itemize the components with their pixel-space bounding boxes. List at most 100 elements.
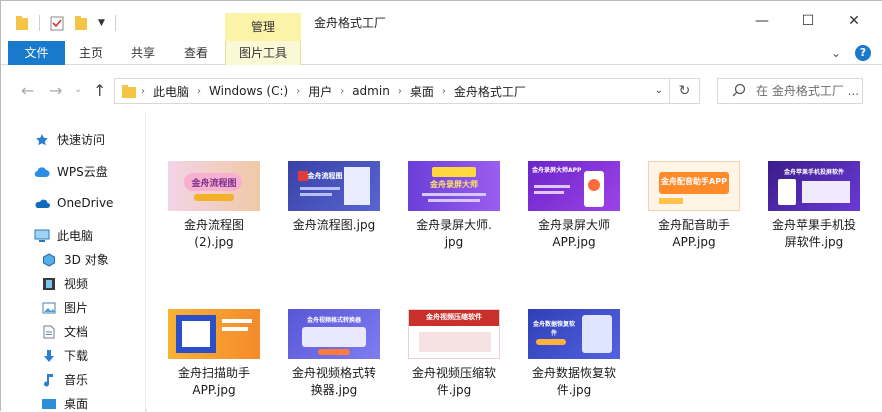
nav-item-label: 视频 [64, 277, 89, 291]
nav-item-onedrive[interactable]: OneDrive [34, 195, 113, 211]
image-thumbnail: 金舟视频压缩软件 [408, 309, 500, 359]
image-thumbnail: 金舟流程图 [288, 161, 380, 211]
nav-item-pictures[interactable]: 图片 [41, 299, 88, 316]
nav-item-documents[interactable]: 文档 [41, 323, 88, 340]
nav-item-music[interactable]: 音乐 [41, 371, 88, 388]
file-list: 金舟流程图 金舟流程图 (2).jpg 金舟流程图 金舟流程图.jpg 金舟录屏… [147, 113, 882, 412]
tab-share[interactable]: 共享 [123, 41, 163, 65]
back-arrow-icon[interactable]: ← [21, 81, 34, 100]
file-name: 金舟流程图.jpg [292, 218, 376, 232]
help-icon[interactable]: ? [855, 45, 871, 61]
file-item[interactable]: 金舟流程图 金舟流程图 (2).jpg [155, 161, 273, 251]
toolbar-separator [39, 15, 40, 31]
breadcrumb-desktop[interactable]: 桌面 [402, 83, 442, 100]
nav-item-videos[interactable]: 视频 [41, 275, 88, 292]
breadcrumb-current-folder[interactable]: 金舟格式工厂 [446, 83, 534, 100]
cloud-icon [34, 164, 50, 180]
nav-item-downloads[interactable]: 下载 [41, 347, 88, 364]
file-name: 金舟配音助手 APP.jpg [657, 218, 730, 249]
thumbnail-text: 金舟录屏大师APP [532, 167, 582, 174]
nav-item-this-pc[interactable]: 此电脑 [34, 227, 93, 244]
window-title: 金舟格式工厂 [314, 16, 387, 30]
file-name: 金舟流程图 (2).jpg [183, 218, 244, 249]
file-name: 金舟苹果手机投 屏软件.jpg [771, 218, 856, 249]
file-item[interactable]: 金舟录屏大师 金舟录屏大师. jpg [395, 161, 513, 251]
star-icon [34, 132, 50, 148]
tab-home[interactable]: 主页 [71, 41, 111, 65]
image-thumbnail: 金舟苹果手机投屏软件 [768, 161, 860, 211]
title-bar: ▼ 管理 金舟格式工厂 — ☐ ✕ [1, 1, 882, 41]
picture-icon [41, 300, 57, 316]
new-folder-icon[interactable] [74, 15, 88, 31]
thumbnail-text: 金舟录屏大师 [430, 180, 478, 189]
nav-item-label: 下载 [64, 349, 89, 363]
address-history-chevron-icon[interactable]: ⌄ [655, 79, 663, 103]
nav-item-quick-access[interactable]: 快速访问 [34, 131, 105, 148]
breadcrumb-users[interactable]: 用户 [300, 83, 340, 100]
customize-toolbar-chevron-icon[interactable]: ▼ [98, 18, 105, 28]
nav-item-label: 图片 [64, 301, 89, 315]
navigation-row: ← → ⌄ ↑ › 此电脑 › Windows (C:) › 用户 › admi… [1, 65, 882, 113]
breadcrumb-this-pc[interactable]: 此电脑 [145, 83, 197, 100]
tab-picture-tools[interactable]: 图片工具 [225, 41, 301, 65]
ribbon-tabs: 文件 主页 共享 查看 图片工具 ⌄ ? [1, 41, 882, 65]
thumbnail-text: 金舟数据恢复软件 [532, 321, 575, 337]
maximize-button[interactable]: ☐ [785, 1, 831, 41]
image-thumbnail: 金舟录屏大师 [408, 161, 500, 211]
file-name: 金舟扫描助手 APP.jpg [177, 366, 250, 397]
breadcrumb-windows-c[interactable]: Windows (C:) [201, 84, 296, 98]
computer-icon [34, 228, 50, 244]
thumbnail-text: 金舟视频压缩软件 [426, 313, 482, 321]
file-name: 金舟录屏大师. jpg [416, 218, 492, 249]
tab-file[interactable]: 文件 [8, 41, 65, 65]
file-item[interactable]: 金舟苹果手机投屏软件 金舟苹果手机投 屏软件.jpg [755, 161, 873, 251]
manage-context-tab[interactable]: 管理 [225, 13, 301, 41]
file-item[interactable]: 金舟视频压缩软件 金舟视频压缩软 件.jpg [395, 309, 513, 399]
file-explorer-window: ▼ 管理 金舟格式工厂 — ☐ ✕ 文件 主页 共享 查看 图片工具 ⌄ ? ←… [0, 0, 882, 412]
folder-icon[interactable] [15, 15, 29, 31]
nav-item-label: 音乐 [64, 373, 89, 387]
file-item[interactable]: 金舟配音助手APP 金舟配音助手 APP.jpg [635, 161, 753, 251]
breadcrumb: › 此电脑 › Windows (C:) › 用户 › admin › 桌面 ›… [121, 79, 534, 103]
file-item[interactable]: 金舟扫描助手 APP.jpg [155, 309, 273, 399]
thumbnail-text: 金舟配音助手APP [661, 177, 727, 186]
download-icon [41, 348, 57, 364]
thumbnail-text: 金舟苹果手机投屏软件 [783, 169, 844, 176]
nav-item-label: 3D 对象 [64, 253, 109, 267]
nav-item-label: OneDrive [57, 196, 114, 210]
file-item[interactable]: 金舟视频格式转换器 金舟视频格式转 换器.jpg [275, 309, 393, 399]
address-bar[interactable]: › 此电脑 › Windows (C:) › 用户 › admin › 桌面 ›… [114, 78, 700, 104]
thumbnail-text: 金舟流程图 [191, 179, 237, 189]
expand-ribbon-chevron-icon[interactable]: ⌄ [831, 46, 841, 60]
file-item[interactable]: 金舟录屏大师APP 金舟录屏大师 APP.jpg [515, 161, 633, 251]
tab-view[interactable]: 查看 [176, 41, 216, 65]
image-thumbnail [168, 309, 260, 359]
folder-icon [122, 85, 136, 98]
music-icon [41, 372, 57, 388]
minimize-button[interactable]: — [739, 1, 785, 41]
image-thumbnail: 金舟视频格式转换器 [288, 309, 380, 359]
nav-item-label: 快速访问 [57, 133, 106, 147]
image-thumbnail: 金舟流程图 [168, 161, 260, 211]
search-box[interactable]: 在 金舟格式工厂 ... [717, 78, 863, 104]
thumbnail-text: 金舟视频格式转换器 [306, 317, 361, 324]
forward-arrow-icon[interactable]: → [49, 81, 62, 100]
properties-icon[interactable] [50, 15, 64, 31]
search-icon [732, 83, 746, 97]
nav-item-label: 桌面 [64, 397, 89, 411]
nav-item-label: WPS云盘 [57, 165, 108, 179]
image-thumbnail: 金舟录屏大师APP [528, 161, 620, 211]
search-placeholder: 在 金舟格式工厂 ... [756, 84, 860, 98]
onedrive-icon [34, 195, 50, 211]
nav-item-3d-objects[interactable]: 3D 对象 [41, 251, 109, 268]
nav-item-wps-cloud[interactable]: WPS云盘 [34, 163, 108, 180]
up-arrow-icon[interactable]: ↑ [93, 81, 106, 100]
file-item[interactable]: 金舟流程图 金舟流程图.jpg [275, 161, 393, 234]
refresh-icon[interactable]: ↻ [669, 79, 699, 103]
recent-locations-chevron-icon[interactable]: ⌄ [74, 84, 82, 95]
close-button[interactable]: ✕ [831, 1, 877, 41]
file-item[interactable]: 金舟数据恢复软件 金舟数据恢复软 件.jpg [515, 309, 633, 399]
breadcrumb-admin[interactable]: admin [344, 84, 398, 98]
image-thumbnail: 金舟配音助手APP [648, 161, 740, 211]
nav-item-desktop[interactable]: 桌面 [41, 395, 88, 412]
